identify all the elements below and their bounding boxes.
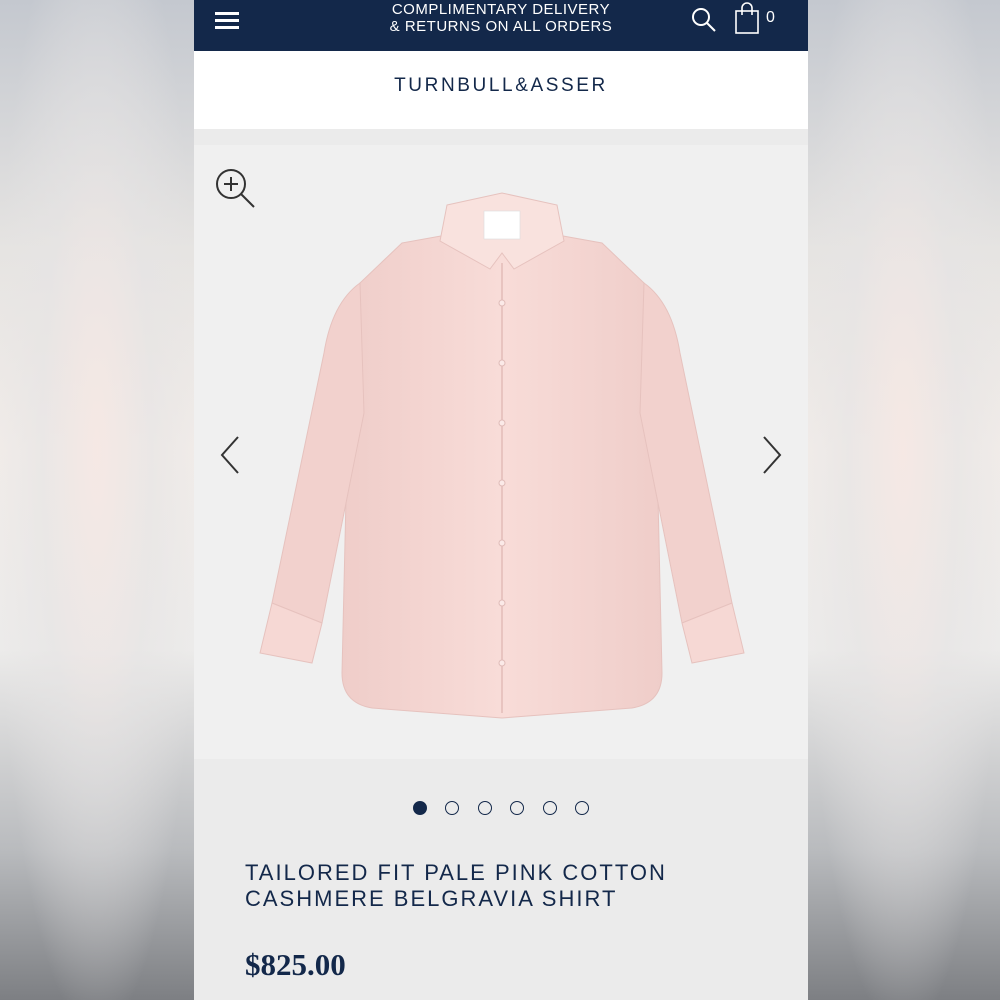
menu-icon[interactable] — [215, 10, 239, 30]
product-image-shirt — [259, 192, 745, 719]
gallery-dot-1[interactable] — [412, 801, 427, 815]
promo-line-2: & RETURNS ON ALL ORDERS — [389, 18, 613, 35]
chevron-right-icon[interactable] — [760, 433, 784, 477]
gallery-pagination — [194, 801, 808, 821]
shopping-bag-icon[interactable] — [734, 2, 760, 34]
gallery-dot-5[interactable] — [542, 801, 557, 815]
mobile-page: COMPLIMENTARY DELIVERY & RETURNS ON ALL … — [194, 0, 808, 1000]
product-image-gallery[interactable] — [194, 145, 808, 759]
product-title-line-2: CASHMERE BELGRAVIA SHIRT — [245, 886, 618, 911]
background-blur-left — [0, 0, 194, 1000]
product-price: $825.00 — [245, 947, 346, 982]
zoom-in-icon[interactable] — [214, 167, 256, 209]
background-blur-right — [806, 0, 1000, 1000]
search-icon[interactable] — [691, 6, 717, 34]
product-title: TAILORED FIT PALE PINK COTTON CASHMERE B… — [245, 860, 765, 912]
gallery-dot-6[interactable] — [575, 801, 590, 815]
chevron-left-icon[interactable] — [218, 433, 242, 477]
promo-banner: COMPLIMENTARY DELIVERY & RETURNS ON ALL … — [344, 1, 658, 35]
brand-bar: TURNBULL&ASSER — [194, 51, 808, 129]
top-bar: COMPLIMENTARY DELIVERY & RETURNS ON ALL … — [194, 0, 808, 51]
gallery-dot-3[interactable] — [477, 801, 492, 815]
brand-logo[interactable]: TURNBULL&ASSER — [194, 75, 808, 97]
gallery-dot-4[interactable] — [510, 801, 525, 815]
promo-line-1: COMPLIMENTARY DELIVERY — [391, 1, 611, 18]
gallery-dot-2[interactable] — [445, 801, 460, 815]
product-title-line-1: TAILORED FIT PALE PINK COTTON — [245, 860, 667, 885]
cart-count[interactable]: 0 — [766, 9, 775, 27]
